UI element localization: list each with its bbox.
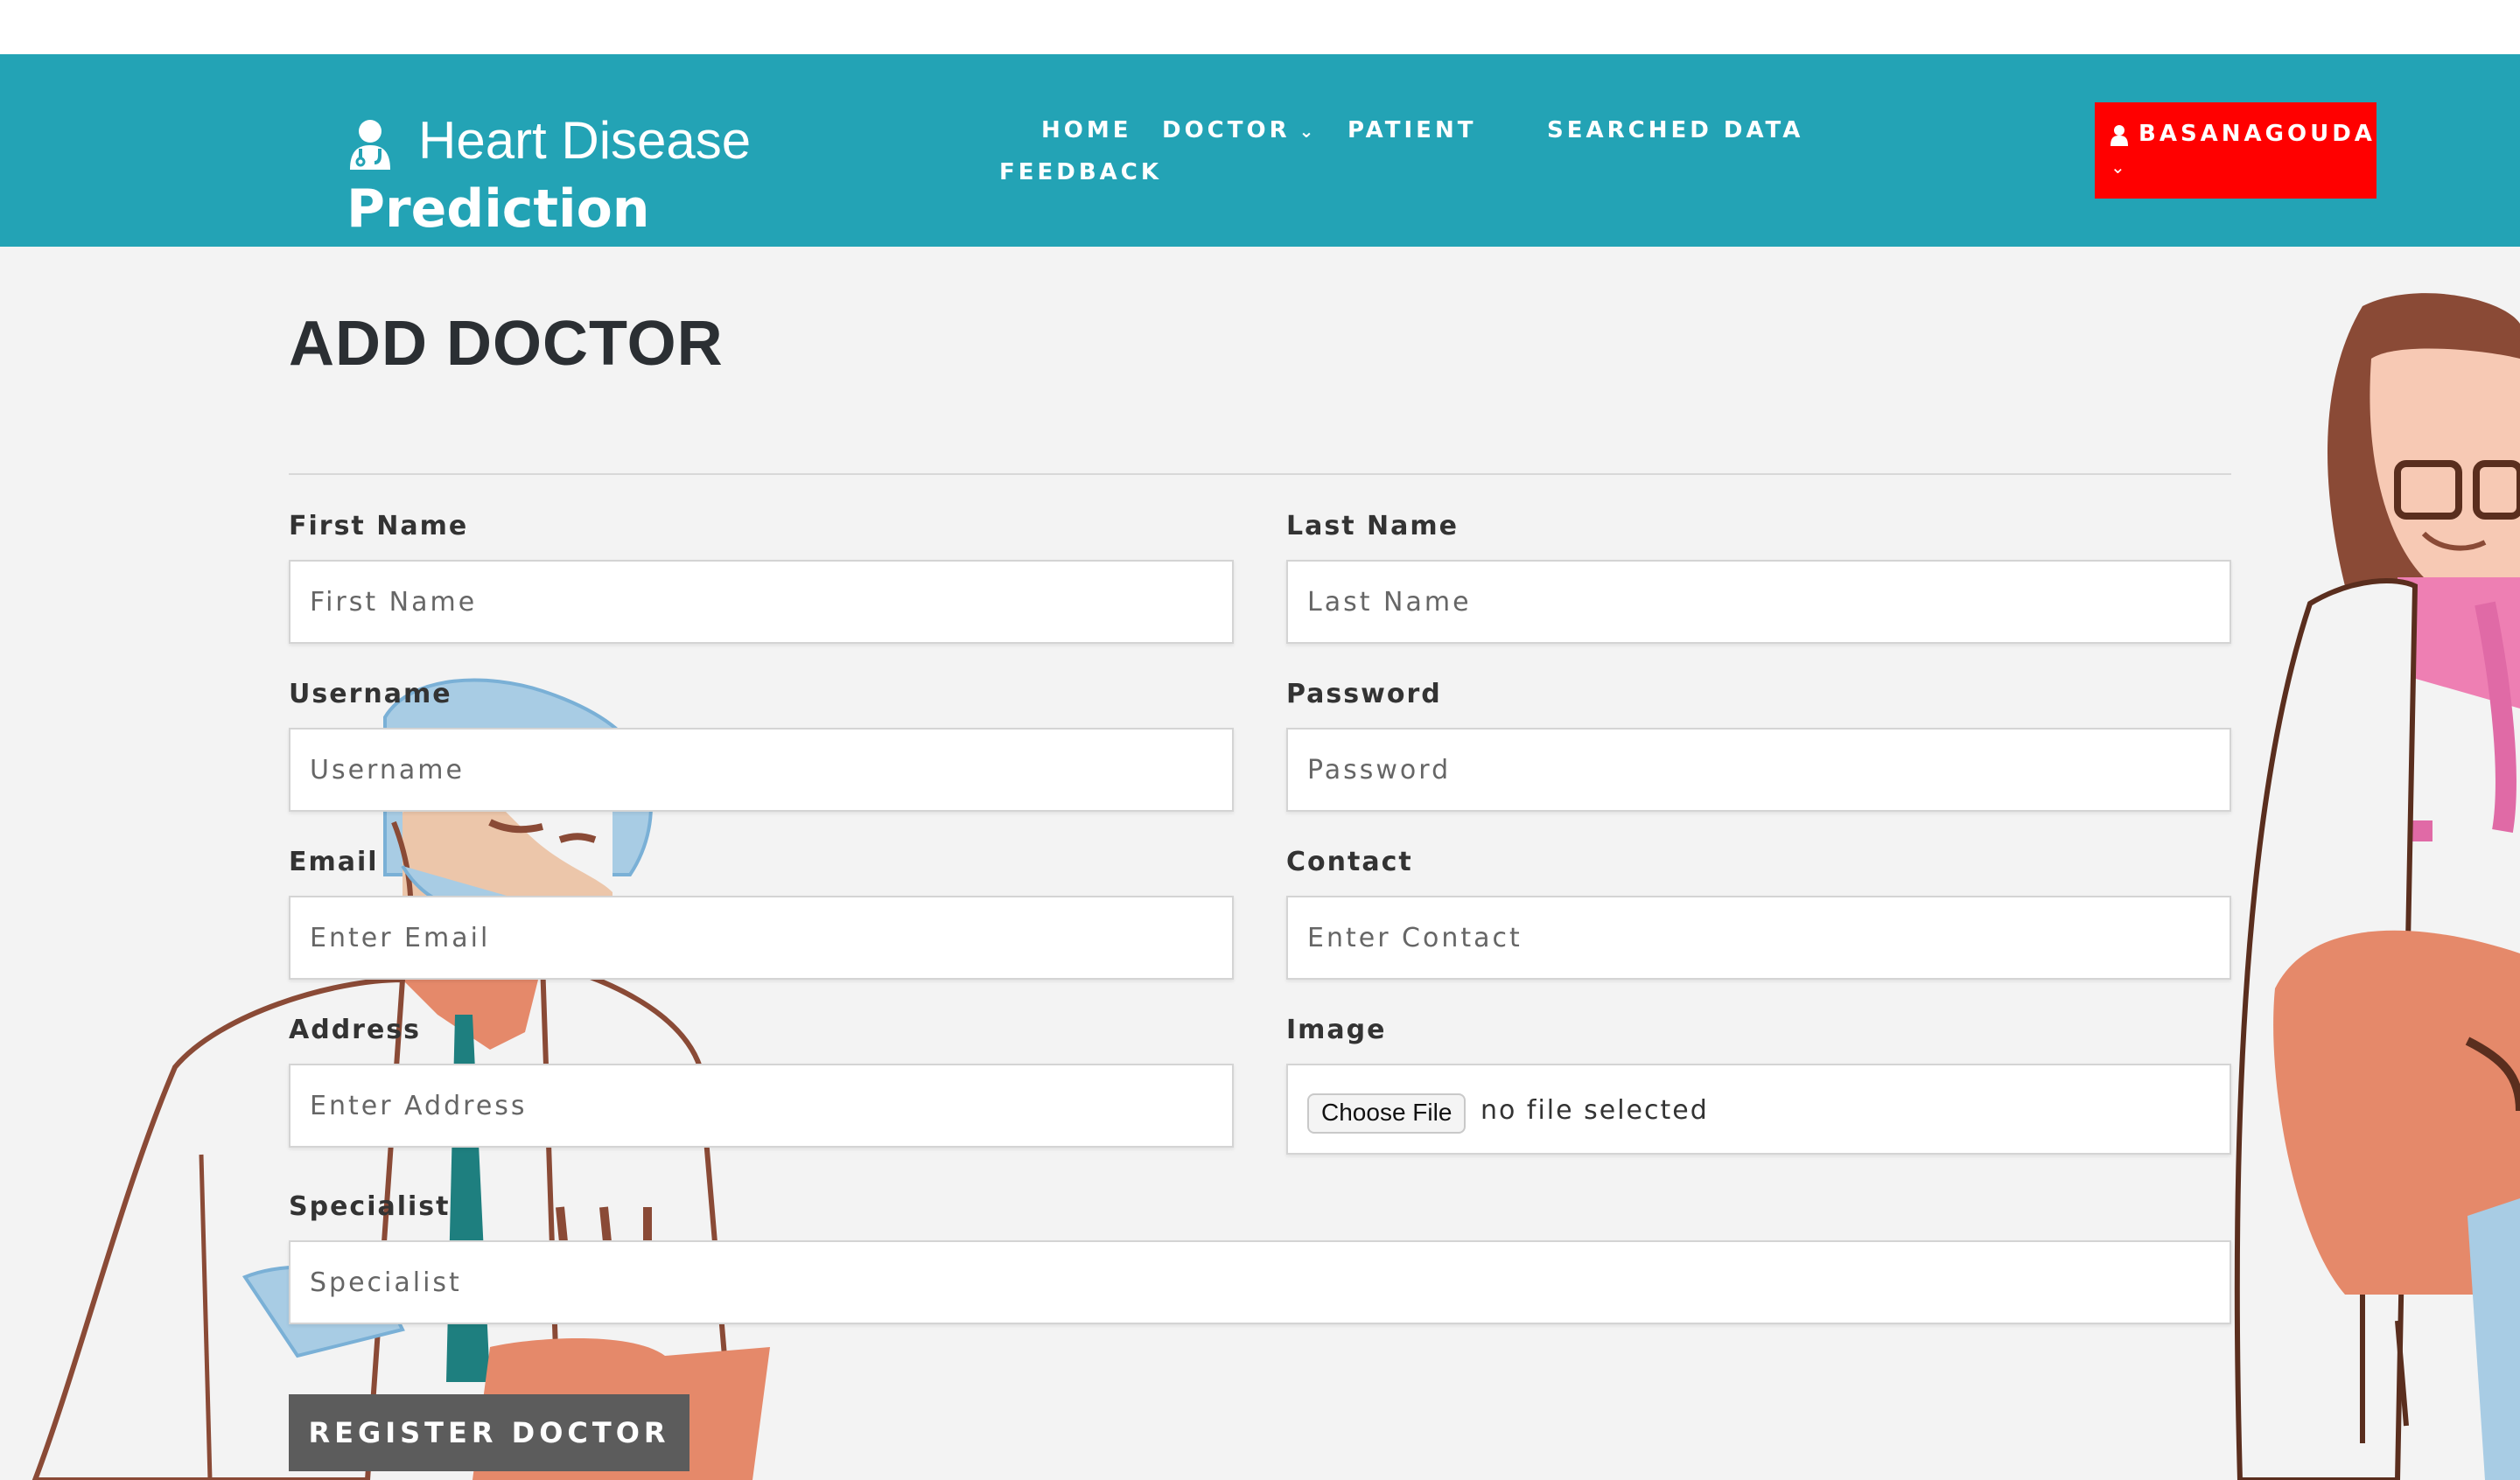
choose-file-button[interactable]: Choose File [1307,1093,1466,1134]
email-input[interactable] [289,896,1234,980]
brand-title: Heart Disease [418,111,752,170]
specialist-label: Specialist [289,1191,451,1222]
register-doctor-button[interactable]: REGISTER DOCTOR [289,1394,690,1471]
address-input[interactable] [289,1064,1234,1148]
last-name-label: Last Name [1286,511,1459,541]
navbar: Heart Disease Prediction HOME DOCTOR ⌄ PA… [0,54,2520,247]
user-menu-button[interactable]: BASANAGOUDA ⌄ [2095,102,2376,199]
password-label: Password [1286,679,1442,709]
title-divider [289,473,2231,475]
address-label: Address [289,1015,422,1045]
nav-doctor[interactable]: DOCTOR ⌄ [1162,117,1313,143]
nav-feedback[interactable]: FEEDBACK [999,159,1162,185]
password-input[interactable] [1286,728,2231,812]
specialist-input[interactable] [289,1240,2231,1324]
brand-subtitle: Prediction [346,178,650,240]
page-title: ADD DOCTOR [289,309,724,379]
chevron-down-icon: ⌄ [2110,157,2125,178]
nav-home[interactable]: HOME [1041,117,1132,143]
user-name: BASANAGOUDA [2138,121,2376,147]
chevron-down-icon: ⌄ [1298,121,1314,142]
last-name-input[interactable] [1286,560,2231,644]
file-status-text: no file selected [1480,1095,1709,1126]
username-input[interactable] [289,728,1234,812]
top-strip [0,0,2520,54]
doctor-user-icon [350,120,390,170]
first-name-label: First Name [289,511,469,541]
nav-patient[interactable]: PATIENT [1348,117,1476,143]
contact-input[interactable] [1286,896,2231,980]
contact-label: Contact [1286,847,1413,877]
user-icon [2110,125,2128,146]
nav-searched-data[interactable]: SEARCHED DATA [1547,117,1803,143]
first-name-input[interactable] [289,560,1234,644]
nav-doctor-label: DOCTOR [1162,117,1291,143]
image-label: Image [1286,1015,1387,1045]
email-label: Email [289,847,379,877]
image-file-input[interactable]: Choose File no file selected [1286,1064,2231,1155]
username-label: Username [289,679,452,709]
